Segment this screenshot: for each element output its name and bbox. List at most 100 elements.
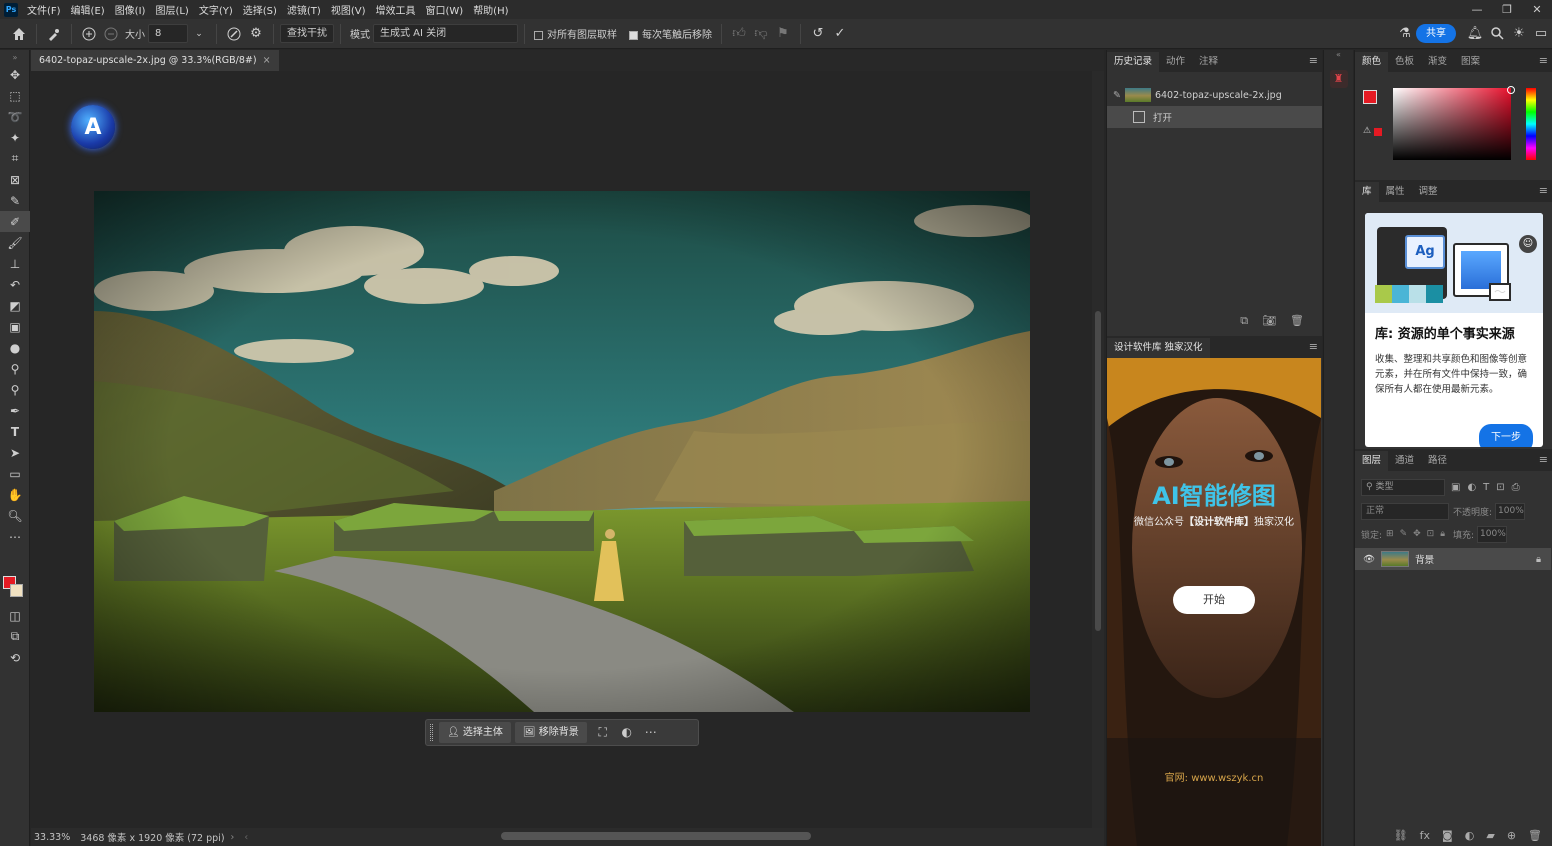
- add-mask-icon[interactable]: ◙: [1442, 829, 1453, 842]
- zoom-tool-icon[interactable]: 🔍︎: [0, 505, 30, 526]
- menu-edit[interactable]: 编辑(E): [66, 2, 110, 17]
- layer-row-background[interactable]: 👁︎ 背景 🔒︎: [1355, 548, 1551, 570]
- collapse-toolbar-icon[interactable]: »: [0, 50, 30, 64]
- history-brush-tool-icon[interactable]: ↶: [0, 274, 30, 295]
- menu-help[interactable]: 帮助(H): [468, 2, 513, 17]
- home-icon[interactable]: [8, 23, 30, 45]
- background-color-swatch[interactable]: [10, 584, 23, 597]
- horizontal-scrollbar[interactable]: [501, 832, 811, 840]
- move-tool-icon[interactable]: ✥: [0, 64, 30, 85]
- scroll-left-icon[interactable]: ‹: [244, 832, 248, 843]
- restore-button[interactable]: ❐: [1492, 0, 1522, 19]
- tab-libraries[interactable]: 库: [1355, 182, 1379, 202]
- thumbs-down-icon[interactable]: 👎︎: [750, 23, 772, 45]
- more-options-icon[interactable]: ⋯: [639, 722, 663, 743]
- search-icon[interactable]: [1486, 23, 1508, 45]
- close-tab-icon[interactable]: ×: [263, 55, 271, 66]
- gradient-tool-icon[interactable]: ▣: [0, 316, 30, 337]
- menu-plugins[interactable]: 增效工具: [370, 2, 420, 17]
- find-distractions-button[interactable]: 查找干扰: [280, 24, 334, 43]
- layer-style-fx-icon[interactable]: fx: [1420, 829, 1430, 842]
- beaker-icon[interactable]: ⚗: [1394, 23, 1416, 45]
- history-snapshot[interactable]: ✎ 6402-topaz-upscale-2x.jpg: [1107, 84, 1322, 106]
- foreground-color-chip[interactable]: [1363, 90, 1377, 104]
- mode-select[interactable]: 生成式 AI 关闭: [373, 24, 518, 43]
- delete-trash-icon[interactable]: 🗑︎: [1290, 314, 1304, 332]
- remove-tool-icon[interactable]: [43, 23, 65, 45]
- menu-select[interactable]: 选择(S): [238, 2, 282, 17]
- tab-promo-plugin[interactable]: 设计软件库 独家汉化: [1107, 338, 1210, 358]
- plugin-panel-icon[interactable]: ♜: [1329, 70, 1348, 88]
- eyedropper-tool-icon[interactable]: ✎: [0, 190, 30, 211]
- adjustment-layer-icon[interactable]: ◐: [1465, 829, 1475, 842]
- screen-mode-icon[interactable]: ⧉: [0, 626, 30, 647]
- panel-menu-icon[interactable]: ≡: [1539, 54, 1548, 67]
- tab-paths[interactable]: 路径: [1421, 451, 1454, 471]
- menu-layer[interactable]: 图层(L): [150, 2, 193, 17]
- commit-checkmark-icon[interactable]: ✓: [829, 23, 851, 45]
- dodge-burn-tool-icon[interactable]: ⚲: [0, 379, 30, 400]
- size-input[interactable]: 8: [148, 24, 188, 43]
- tab-gradients[interactable]: 渐变: [1421, 52, 1454, 72]
- gamut-warning-icon[interactable]: ⚠: [1363, 126, 1371, 136]
- notifications-bell-icon[interactable]: 🔔︎: [1464, 23, 1486, 45]
- more-tools-icon[interactable]: ⋯: [0, 526, 30, 547]
- menu-type[interactable]: 文字(Y): [194, 2, 238, 17]
- undo-icon[interactable]: ↺: [807, 23, 829, 45]
- marquee-tool-icon[interactable]: ⬚: [0, 85, 30, 106]
- panel-menu-icon[interactable]: ≡: [1539, 184, 1548, 197]
- crop-tool-icon[interactable]: ⌗: [0, 148, 30, 169]
- start-button[interactable]: 开始: [1173, 586, 1255, 614]
- color-field-cursor[interactable]: [1507, 86, 1515, 94]
- layer-filter-icons[interactable]: ▣◐T⊡⎙: [1451, 482, 1527, 493]
- delete-layer-trash-icon[interactable]: 🗑︎: [1528, 829, 1542, 842]
- remove-after-stroke-checkbox[interactable]: 每次笔触后移除: [626, 26, 715, 41]
- gamut-color-chip[interactable]: [1374, 128, 1382, 136]
- pressure-size-icon[interactable]: [223, 23, 245, 45]
- type-tool-icon[interactable]: T: [0, 421, 30, 442]
- minimize-button[interactable]: —: [1462, 0, 1492, 19]
- menu-filter[interactable]: 滤镜(T): [282, 2, 326, 17]
- rectangle-tool-icon[interactable]: ▭: [0, 463, 30, 484]
- clone-stamp-tool-icon[interactable]: ⊥: [0, 253, 30, 274]
- panel-menu-icon[interactable]: ≡: [1309, 54, 1318, 67]
- menu-window[interactable]: 窗口(W): [420, 2, 468, 17]
- panel-menu-icon[interactable]: ≡: [1309, 340, 1318, 353]
- tab-channels[interactable]: 通道: [1388, 451, 1421, 471]
- tab-color[interactable]: 颜色: [1355, 52, 1389, 72]
- layer-lock-icon[interactable]: 🔒︎: [1536, 554, 1541, 565]
- new-layer-icon[interactable]: ⊕: [1507, 829, 1516, 842]
- drag-handle-icon[interactable]: [430, 724, 433, 741]
- new-document-from-state-icon[interactable]: ⧉: [1240, 314, 1248, 332]
- tab-adjustments[interactable]: 调整: [1412, 182, 1445, 202]
- path-selection-tool-icon[interactable]: ➤: [0, 442, 30, 463]
- blend-mode-select[interactable]: 正常: [1361, 502, 1449, 520]
- adjustment-icon[interactable]: ◐: [615, 722, 639, 743]
- color-field[interactable]: [1393, 88, 1511, 160]
- visibility-eye-icon[interactable]: 👁︎: [1363, 554, 1375, 565]
- pen-tool-icon[interactable]: ✒: [0, 400, 30, 421]
- lock-icons[interactable]: ⊞✎✥⊡🔒︎: [1386, 529, 1451, 539]
- next-button[interactable]: 下一步: [1479, 424, 1533, 447]
- sample-all-layers-checkbox[interactable]: 对所有图层取样: [531, 26, 620, 41]
- tab-actions[interactable]: 动作: [1159, 52, 1192, 72]
- document-tab[interactable]: 6402-topaz-upscale-2x.jpg @ 33.3%(RGB/8#…: [31, 50, 279, 71]
- ai-app-badge-icon[interactable]: A: [71, 105, 115, 149]
- new-group-folder-icon[interactable]: ▰: [1486, 829, 1494, 842]
- select-subject-button[interactable]: 👤︎ 选择主体: [439, 722, 511, 743]
- lasso-tool-icon[interactable]: ➰: [0, 106, 30, 127]
- generative-icon[interactable]: ⟲: [0, 647, 30, 668]
- tab-layers[interactable]: 图层: [1355, 451, 1389, 471]
- vertical-scrollbar[interactable]: [1092, 71, 1104, 828]
- snapshot-camera-icon[interactable]: 📷︎: [1262, 314, 1276, 332]
- flag-icon[interactable]: ⚑: [772, 23, 794, 45]
- fill-input[interactable]: 100%: [1477, 525, 1508, 543]
- remove-tool-icon[interactable]: ✐: [0, 211, 30, 232]
- promo-website[interactable]: 官网: www.wszyk.cn: [1107, 769, 1321, 784]
- hand-tool-icon[interactable]: ✋: [0, 484, 30, 505]
- settings-gear-icon[interactable]: ⚙: [245, 23, 267, 45]
- quick-mask-icon[interactable]: ◫: [0, 605, 30, 626]
- workspace-icon[interactable]: ▭: [1530, 23, 1552, 45]
- object-selection-tool-icon[interactable]: ✦: [0, 127, 30, 148]
- chevron-right-icon[interactable]: ›: [231, 832, 235, 843]
